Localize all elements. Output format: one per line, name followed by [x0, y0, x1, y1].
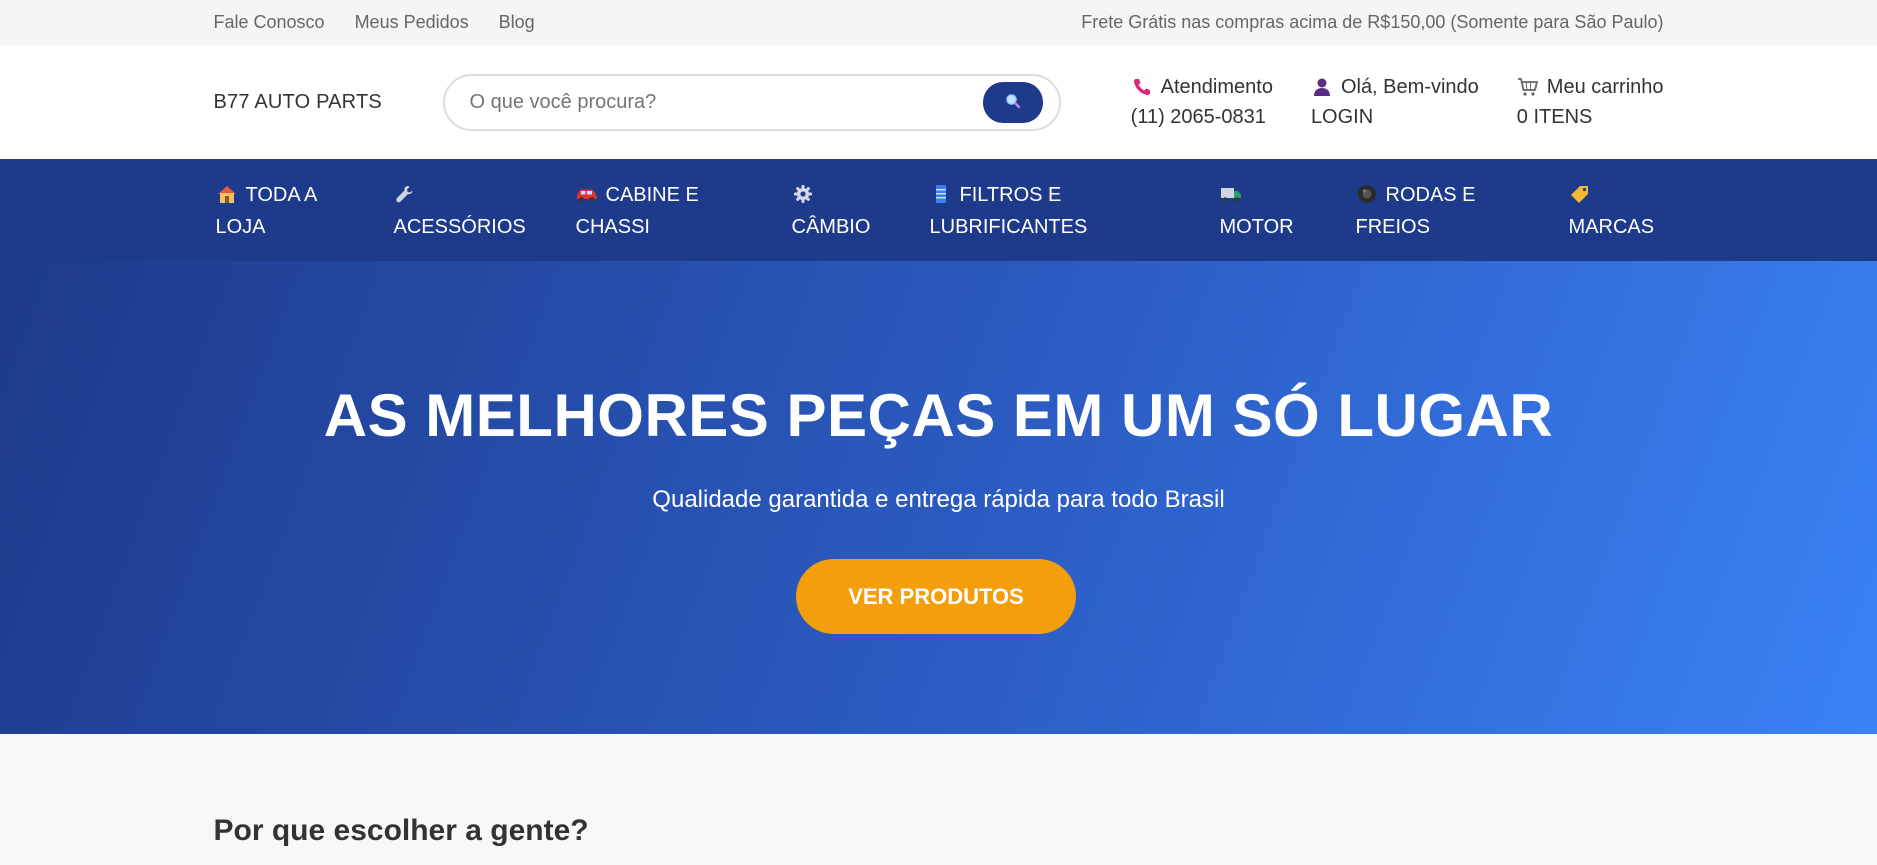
view-products-button[interactable]: VER PRODUTOS [796, 559, 1076, 634]
link-blog[interactable]: Blog [499, 12, 535, 33]
nav-item-cabine-e-chassi[interactable]: CABINE E CHASSI [576, 179, 699, 243]
nav-label: ACESSÓRIOS [393, 216, 526, 238]
car-icon [576, 182, 598, 202]
search-input[interactable] [444, 77, 965, 127]
nav-label: LUBRIFICANTES [929, 216, 1088, 238]
nav-label: LOJA [215, 216, 266, 238]
category-nav: TODA A LOJA ACESSÓRIOS CABINE E CHASSI C… [0, 159, 1877, 261]
truck-icon [1220, 182, 1242, 202]
nav-item-rodas-e-freios[interactable]: RODAS E FREIOS [1356, 179, 1476, 243]
why-section: Por que escolher a gente? [0, 734, 1877, 865]
link-meus-pedidos[interactable]: Meus Pedidos [355, 12, 469, 33]
section-title: Por que escolher a gente? [213, 814, 589, 847]
top-bar: Fale Conosco Meus Pedidos Blog Frete Grá… [0, 0, 1877, 45]
header-info: Atendimento (11) 2065-0831 Olá, Bem-vind… [1131, 72, 1664, 132]
site-header: B77 AUTO PARTS O que você procura? Atend… [0, 45, 1877, 159]
account-greeting: Olá, Bem-vindo [1340, 75, 1479, 98]
nav-label: FREIOS [1355, 216, 1430, 238]
nav-label: MARCAS [1568, 216, 1655, 238]
magnifier-icon [1005, 93, 1021, 112]
nav-item-marcas[interactable]: MARCAS [1568, 179, 1655, 243]
hero-title: AS MELHORES PEÇAS EM UM SÓ LUGAR [323, 382, 1554, 449]
hero-subtitle: Qualidade garantida e entrega rápida par… [652, 486, 1225, 513]
wrench-icon [394, 182, 416, 203]
nav-label: CÂMBIO [791, 216, 871, 238]
link-fale-conosco[interactable]: Fale Conosco [214, 12, 325, 33]
support-block[interactable]: Atendimento (11) 2065-0831 [1131, 72, 1273, 132]
phone-icon [1131, 76, 1153, 98]
nav-label: MOTOR [1219, 216, 1294, 238]
cart-count: 0 ITENS [1516, 106, 1593, 128]
nav-item-acessorios[interactable]: ACESSÓRIOS [394, 179, 526, 243]
hero-banner: AS MELHORES PEÇAS EM UM SÓ LUGAR Qualida… [0, 261, 1877, 734]
filter-icon [930, 182, 952, 203]
gear-icon [792, 182, 814, 203]
nav-item-filtros-e-lubrificantes[interactable]: FILTROS E LUBRIFICANTES [930, 179, 1088, 243]
nav-label: FILTROS E [959, 184, 1062, 206]
nav-label: RODAS E [1385, 184, 1476, 206]
search-button[interactable] [982, 81, 1043, 123]
nav-item-motor[interactable]: MOTOR [1220, 179, 1294, 243]
tag-icon [1569, 182, 1591, 203]
wheel-icon [1356, 182, 1378, 203]
house-icon [216, 182, 238, 203]
cart-icon [1517, 76, 1539, 98]
nav-label: TODA A [245, 184, 318, 206]
support-phone: (11) 2065-0831 [1130, 106, 1266, 128]
user-icon [1311, 76, 1333, 98]
top-links: Fale Conosco Meus Pedidos Blog [214, 12, 535, 33]
login-link[interactable]: LOGIN [1311, 102, 1479, 132]
free-shipping-notice: Frete Grátis nas compras acima de R$150,… [1081, 12, 1664, 32]
logo[interactable]: B77 AUTO PARTS [214, 91, 443, 114]
nav-item-toda-a-loja[interactable]: TODA A LOJA [216, 179, 318, 243]
nav-label: CABINE E [605, 184, 699, 206]
search-bar [442, 73, 1061, 131]
nav-item-cambio[interactable]: CÂMBIO [791, 179, 871, 243]
support-label: Atendimento [1160, 75, 1273, 98]
cart-label: Meu carrinho [1546, 75, 1664, 98]
account-block[interactable]: Olá, Bem-vindo LOGIN [1311, 72, 1479, 132]
nav-label: CHASSI [575, 216, 650, 238]
cart-block[interactable]: Meu carrinho 0 ITENS [1517, 72, 1664, 132]
